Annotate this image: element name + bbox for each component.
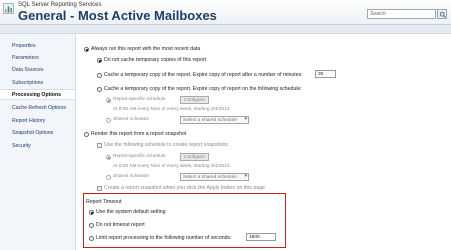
sidebar-item-subscriptions[interactable]: Subscriptions — [0, 78, 75, 89]
reporting-services-logo-icon — [3, 3, 14, 14]
label-timeout-limit: Limit report processing to the following… — [96, 235, 232, 241]
label-no-cache: Do not cache temporary copies of this re… — [104, 57, 207, 63]
label-snapshot-on-apply: Create a report snapshot when you click … — [104, 185, 265, 191]
label-snapshot-shared: Shared schedule — [113, 174, 150, 179]
radio-timeout-limit[interactable] — [89, 236, 94, 241]
radio-snapshot-shared[interactable] — [106, 175, 111, 180]
header-band — [0, 25, 451, 34]
label-most-recent-data: Always run this report with the most rec… — [91, 46, 201, 52]
radio-no-cache[interactable] — [97, 58, 102, 63]
label-cache-minutes: Cache a temporary copy of the report. Ex… — [104, 72, 303, 78]
report-timeout-heading: Report Timeout — [86, 199, 122, 205]
snapshot-configure-button[interactable]: Configure — [180, 153, 209, 161]
snapshot-shared-schedule-select[interactable]: Select a shared schedule — [180, 173, 249, 181]
cache-minutes-input[interactable]: 30 — [315, 70, 336, 78]
radio-cache-shared[interactable] — [106, 118, 111, 123]
sidebar-item-processing-options[interactable]: Processing Options — [0, 89, 75, 100]
header-bar: SQL Server Reporting Services General - … — [0, 0, 451, 25]
sidebar-item-properties[interactable]: Properties — [0, 41, 75, 52]
sidebar-item-security[interactable]: Security — [0, 141, 75, 152]
search-icon — [439, 11, 446, 18]
checkbox-snapshot-schedule[interactable] — [97, 143, 102, 148]
search-button[interactable] — [437, 9, 447, 19]
sidebar-item-snapshot-options[interactable]: Snapshot Options — [0, 128, 75, 139]
cache-schedule-text: At 8:00 AM every Mon of every week, star… — [113, 107, 230, 112]
radio-render-snapshot[interactable] — [84, 132, 89, 137]
sidebar-item-report-history[interactable]: Report History — [0, 116, 75, 127]
snapshot-schedule-text: At 8:00 AM every Mon of every week, star… — [113, 164, 230, 169]
sidebar-item-parameters[interactable]: Parameters — [0, 53, 75, 64]
timeout-seconds-input[interactable]: 1800 — [246, 233, 276, 241]
search-input[interactable]: Search — [367, 9, 436, 19]
sidebar: Properties Parameters Data Sources Subsc… — [0, 34, 76, 250]
radio-snapshot-report-specific[interactable] — [106, 155, 111, 160]
label-cache-shared: Shared schedule — [113, 117, 150, 122]
label-cache-report-specific: Report-specific schedule — [113, 97, 166, 102]
radio-cache-schedule[interactable] — [97, 87, 102, 92]
radio-most-recent-data[interactable] — [84, 47, 89, 52]
label-snapshot-report-specific: Report-specific schedule — [113, 154, 166, 159]
sidebar-item-cache-refresh-options[interactable]: Cache Refresh Options — [0, 103, 75, 114]
radio-timeout-default[interactable] — [89, 210, 94, 215]
label-snapshot-schedule: Use the following schedule to create rep… — [104, 142, 229, 148]
label-render-snapshot: Render this report from a report snapsho… — [91, 131, 187, 137]
cache-shared-schedule-select[interactable]: Select a shared schedule — [180, 116, 249, 124]
sidebar-item-data-sources[interactable]: Data Sources — [0, 65, 75, 76]
cache-configure-button[interactable]: Configure — [180, 96, 209, 104]
checkbox-snapshot-on-apply[interactable] — [97, 186, 102, 191]
label-timeout-none: Do not timeout report — [96, 222, 145, 228]
radio-timeout-none[interactable] — [89, 223, 94, 228]
label-timeout-default: Use the system default setting — [96, 209, 166, 215]
label-cache-schedule: Cache a temporary copy of the report. Ex… — [104, 86, 302, 92]
page-title: General - Most Active Mailboxes — [18, 8, 217, 23]
radio-cache-minutes[interactable] — [97, 73, 102, 78]
radio-cache-report-specific[interactable] — [106, 98, 111, 103]
